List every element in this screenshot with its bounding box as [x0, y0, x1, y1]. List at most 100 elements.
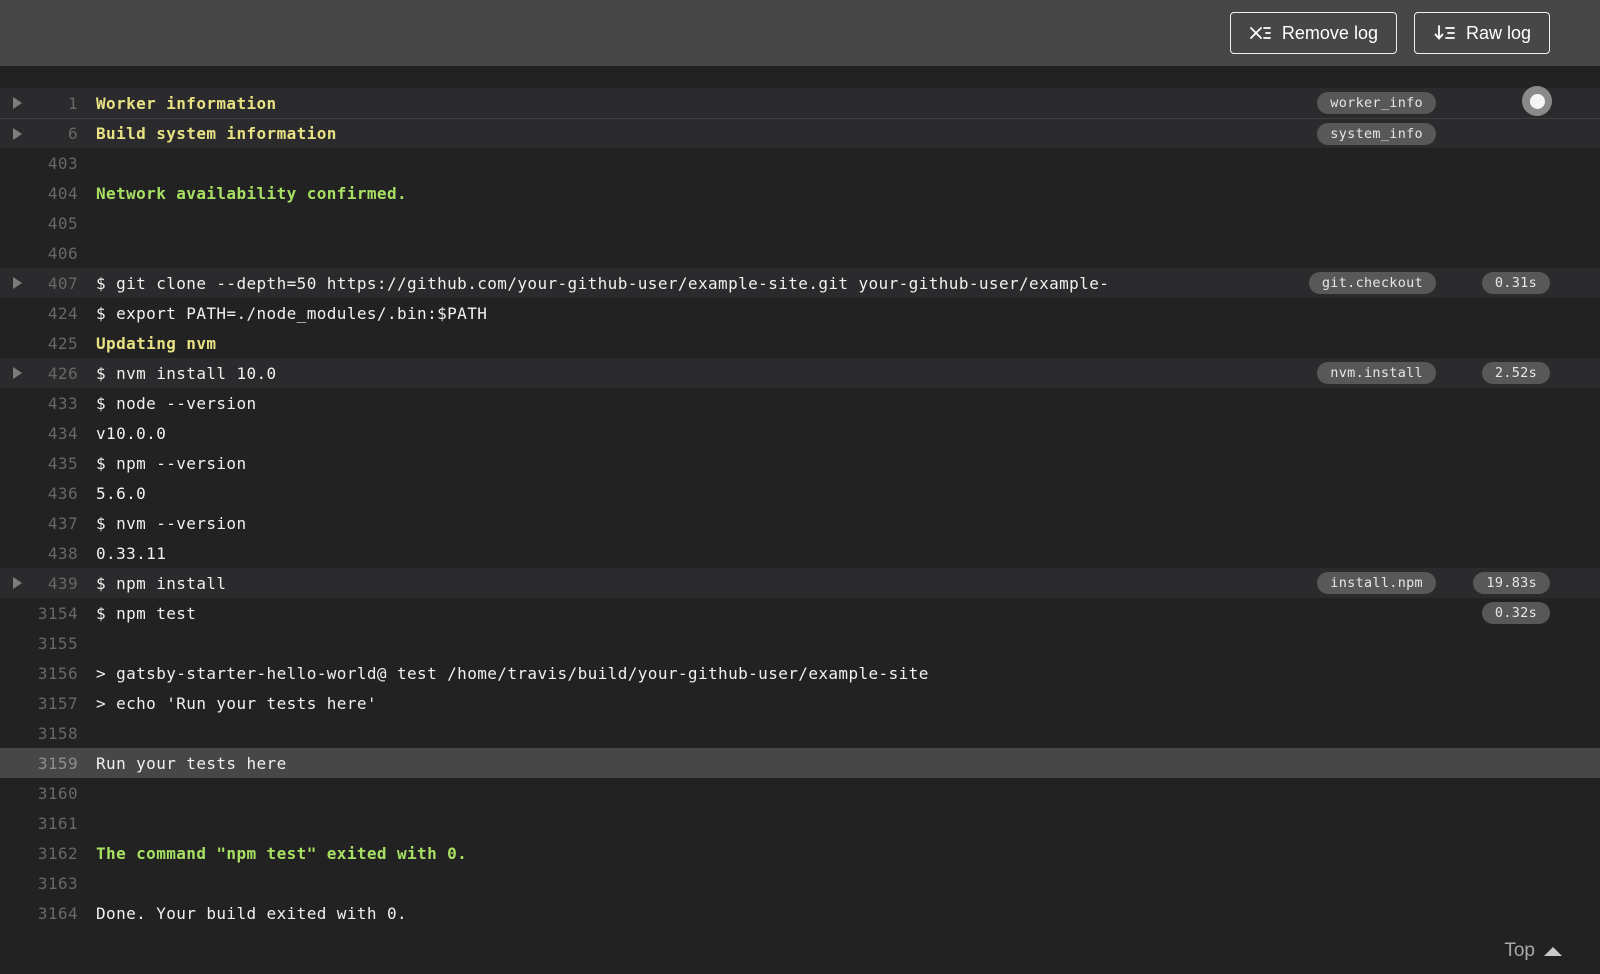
fold-arrow-cell — [0, 577, 34, 589]
line-number[interactable]: 437 — [34, 514, 78, 533]
log-row: 403 — [0, 148, 1600, 178]
line-number[interactable]: 6 — [34, 124, 78, 143]
line-number[interactable]: 3163 — [34, 874, 78, 893]
fold-arrow-cell — [0, 157, 34, 169]
log-text: $ git clone --depth=50 https://github.co… — [96, 273, 1110, 293]
fold-arrow-cell — [0, 907, 34, 919]
line-number[interactable]: 424 — [34, 304, 78, 323]
fold-arrow-cell — [0, 457, 34, 469]
line-number[interactable]: 3160 — [34, 784, 78, 803]
log-row: 438 0.33.11 — [0, 538, 1600, 568]
line-number[interactable]: 407 — [34, 274, 78, 293]
log-text: 5.6.0 — [96, 483, 147, 503]
fold-arrow-cell — [0, 397, 34, 409]
log-text: $ node --version — [96, 393, 257, 413]
line-number[interactable]: 1 — [34, 94, 78, 113]
fold-toggle-icon[interactable] — [12, 367, 22, 379]
log-row: 3161 — [0, 808, 1600, 838]
line-number[interactable]: 3159 — [34, 754, 78, 773]
line-number[interactable]: 3161 — [34, 814, 78, 833]
log-text: v10.0.0 — [96, 423, 167, 443]
line-number[interactable]: 433 — [34, 394, 78, 413]
line-number[interactable]: 403 — [34, 154, 78, 173]
fold-tag-badge: git.checkout — [1308, 272, 1436, 294]
log-text: Worker information — [96, 93, 277, 113]
log-row[interactable]: 6 Build system information system_info — [0, 118, 1600, 148]
log-row: 3163 — [0, 868, 1600, 898]
line-number[interactable]: 406 — [34, 244, 78, 263]
line-number[interactable]: 405 — [34, 214, 78, 233]
remove-log-icon — [1249, 24, 1271, 42]
fold-arrow-cell — [0, 247, 34, 259]
log-row: 405 — [0, 208, 1600, 238]
fold-arrow-cell — [0, 697, 34, 709]
log-row: 3154 $ npm test 0.32s — [0, 598, 1600, 628]
line-number[interactable]: 439 — [34, 574, 78, 593]
fold-tag-badge: worker_info — [1317, 92, 1436, 114]
line-number[interactable]: 436 — [34, 484, 78, 503]
fold-arrow-cell — [0, 307, 34, 319]
log-row: 3162 The command "npm test" exited with … — [0, 838, 1600, 868]
scroll-position-indicator-icon — [1522, 86, 1552, 116]
line-number[interactable]: 404 — [34, 184, 78, 203]
log-row: 425 Updating nvm — [0, 328, 1600, 358]
log-row: 434 v10.0.0 — [0, 418, 1600, 448]
log-toolbar: Remove log Raw log — [0, 0, 1600, 66]
duration-cell: 2.52s — [1470, 362, 1550, 384]
line-number[interactable]: 3158 — [34, 724, 78, 743]
log-row: 3155 — [0, 628, 1600, 658]
log-row: 406 — [0, 238, 1600, 268]
fold-arrow-cell — [0, 517, 34, 529]
fold-toggle-icon[interactable] — [12, 97, 22, 109]
log-text: $ npm --version — [96, 453, 247, 473]
fold-arrow-cell — [0, 127, 34, 140]
fold-tag-badge: install.npm — [1317, 572, 1436, 594]
remove-log-button[interactable]: Remove log — [1229, 12, 1397, 54]
line-number[interactable]: 434 — [34, 424, 78, 443]
line-number[interactable]: 3155 — [34, 634, 78, 653]
fold-tag-badge: nvm.install — [1317, 362, 1436, 384]
remove-log-label: Remove log — [1281, 22, 1378, 43]
line-number[interactable]: 425 — [34, 334, 78, 353]
fold-toggle-icon[interactable] — [12, 277, 22, 289]
fold-toggle-icon[interactable] — [12, 577, 22, 589]
log-row: 436 5.6.0 — [0, 478, 1600, 508]
raw-log-button[interactable]: Raw log — [1413, 12, 1550, 54]
log-row[interactable]: 439 $ npm install install.npm 19.83s — [0, 568, 1600, 598]
line-number[interactable]: 3154 — [34, 604, 78, 623]
log-row: 424 $ export PATH=./node_modules/.bin:$P… — [0, 298, 1600, 328]
log-row: 3157 > echo 'Run your tests here' — [0, 688, 1600, 718]
fold-arrow-cell — [0, 877, 34, 889]
log-text: Network availability confirmed. — [96, 183, 408, 203]
line-number[interactable]: 438 — [34, 544, 78, 563]
log-row: 3160 — [0, 778, 1600, 808]
scroll-to-top-link[interactable]: Top — [1504, 940, 1562, 962]
line-number[interactable]: 3164 — [34, 904, 78, 923]
line-number[interactable]: 3162 — [34, 844, 78, 863]
fold-toggle-icon[interactable] — [12, 127, 22, 140]
fold-arrow-cell — [0, 727, 34, 739]
fold-arrow-cell — [0, 787, 34, 799]
line-number[interactable]: 435 — [34, 454, 78, 473]
fold-arrow-cell — [0, 187, 34, 199]
log-row[interactable]: 426 $ nvm install 10.0 nvm.install 2.52s — [0, 358, 1600, 388]
toolbar-actions: Remove log Raw log — [1229, 12, 1550, 54]
log-text: > echo 'Run your tests here' — [96, 693, 377, 713]
line-number[interactable]: 426 — [34, 364, 78, 383]
fold-arrow-cell — [0, 367, 34, 379]
log-text: > gatsby-starter-hello-world@ test /home… — [96, 663, 929, 683]
log-row: 435 $ npm --version — [0, 448, 1600, 478]
log-text: 0.33.11 — [96, 543, 167, 563]
log-row[interactable]: 407 $ git clone --depth=50 https://githu… — [0, 268, 1600, 298]
log-row[interactable]: 1 Worker information worker_info — [0, 88, 1600, 118]
fold-arrow-cell — [0, 547, 34, 559]
log-row: 3164 Done. Your build exited with 0. — [0, 898, 1600, 928]
line-number[interactable]: 3156 — [34, 664, 78, 683]
duration-badge: 0.32s — [1481, 602, 1550, 624]
fold-arrow-cell — [0, 667, 34, 679]
log-row: 433 $ node --version — [0, 388, 1600, 418]
line-number[interactable]: 3157 — [34, 694, 78, 713]
duration-badge: 2.52s — [1481, 362, 1550, 384]
log-text: Done. Your build exited with 0. — [96, 903, 408, 923]
fold-arrow-cell — [0, 637, 34, 649]
